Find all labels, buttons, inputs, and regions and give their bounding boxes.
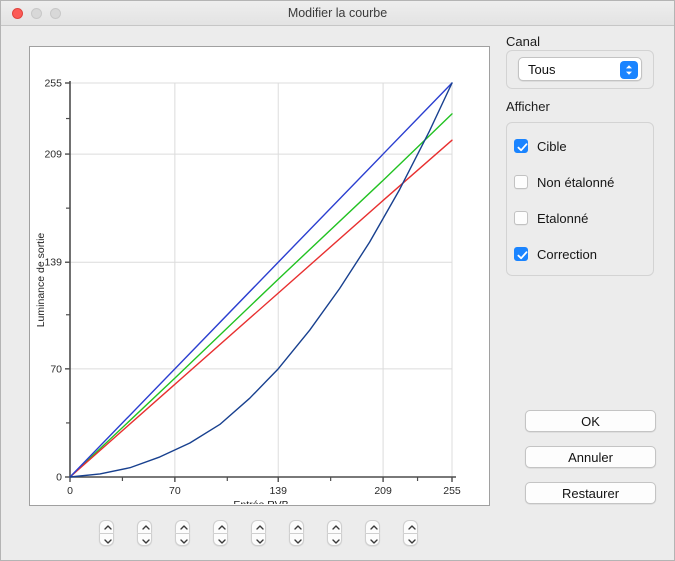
stepper-9[interactable] [403, 520, 418, 546]
svg-text:70: 70 [169, 485, 181, 497]
stepper-2[interactable] [137, 520, 152, 546]
stepper-6[interactable] [289, 520, 304, 546]
checkbox-etalonne-label: Etalonné [537, 210, 589, 226]
chevron-updown-icon [620, 61, 638, 79]
checkbox-correction-label: Correction [537, 246, 597, 262]
display-group-label: Afficher [506, 99, 550, 114]
chevron-up-icon[interactable] [289, 520, 304, 533]
svg-text:Entrée RVB: Entrée RVB [233, 499, 288, 504]
stepper-7[interactable] [327, 520, 342, 546]
svg-text:209: 209 [374, 485, 392, 497]
curve-plot-panel[interactable]: 0 70 139 209 255 0 70 139 209 255 Entrée RVB Lumina… [29, 46, 490, 506]
chevron-up-icon[interactable] [99, 520, 114, 533]
checkbox-non-etalonne-icon[interactable] [514, 175, 528, 189]
chevron-up-icon[interactable] [175, 520, 190, 533]
chevron-up-icon[interactable] [403, 520, 418, 533]
chevron-up-icon[interactable] [137, 520, 152, 533]
channel-select[interactable]: Tous [518, 57, 642, 81]
checkbox-etalonne-icon[interactable] [514, 211, 528, 225]
svg-text:139: 139 [44, 257, 62, 269]
chevron-up-icon[interactable] [327, 520, 342, 533]
svg-text:209: 209 [44, 149, 62, 161]
svg-text:0: 0 [67, 485, 73, 497]
svg-text:Luminance de sortie: Luminance de sortie [35, 233, 47, 328]
window-title: Modifier la courbe [287, 6, 388, 20]
channel-select-value: Tous [528, 62, 556, 77]
chevron-down-icon[interactable] [365, 533, 380, 546]
chevron-up-icon[interactable] [251, 520, 266, 533]
svg-text:139: 139 [269, 485, 287, 497]
stepper-3[interactable] [175, 520, 190, 546]
svg-text:70: 70 [50, 363, 62, 375]
cancel-button[interactable]: Annuler [525, 446, 656, 468]
chevron-down-icon[interactable] [289, 533, 304, 546]
svg-text:255: 255 [44, 78, 62, 90]
curve-editor-window: Modifier la courbe 0 70 139 209 255 0 70 139 209… [0, 0, 675, 561]
stepper-1[interactable] [99, 520, 114, 546]
chevron-down-icon[interactable] [403, 533, 418, 546]
channel-group-label: Canal [506, 34, 540, 49]
chevron-down-icon[interactable] [175, 533, 190, 546]
stepper-8[interactable] [365, 520, 380, 546]
ok-button[interactable]: OK [525, 410, 656, 432]
restore-button[interactable]: Restaurer [525, 482, 656, 504]
curve-chart: 0 70 139 209 255 0 70 139 209 255 Entrée RVB Lumina… [35, 78, 461, 505]
svg-text:0: 0 [56, 472, 62, 484]
chevron-down-icon[interactable] [137, 533, 152, 546]
checkbox-cible-label: Cible [537, 138, 567, 154]
checkbox-row-cible[interactable]: Cible [514, 137, 567, 155]
checkbox-row-non-etalonne[interactable]: Non étalonné [514, 173, 614, 191]
stepper-4[interactable] [213, 520, 228, 546]
chevron-down-icon[interactable] [99, 533, 114, 546]
chevron-down-icon[interactable] [327, 533, 342, 546]
svg-text:255: 255 [443, 485, 461, 497]
checkbox-correction-icon[interactable] [514, 247, 528, 261]
chevron-up-icon[interactable] [365, 520, 380, 533]
chevron-down-icon[interactable] [213, 533, 228, 546]
chevron-up-icon[interactable] [213, 520, 228, 533]
chevron-down-icon[interactable] [251, 533, 266, 546]
checkbox-row-etalonne[interactable]: Etalonné [514, 209, 588, 227]
title-bar: Modifier la courbe [1, 1, 674, 26]
checkbox-cible-icon[interactable] [514, 139, 528, 153]
stepper-5[interactable] [251, 520, 266, 546]
checkbox-row-correction[interactable]: Correction [514, 245, 597, 263]
checkbox-non-etalonne-label: Non étalonné [537, 174, 615, 190]
